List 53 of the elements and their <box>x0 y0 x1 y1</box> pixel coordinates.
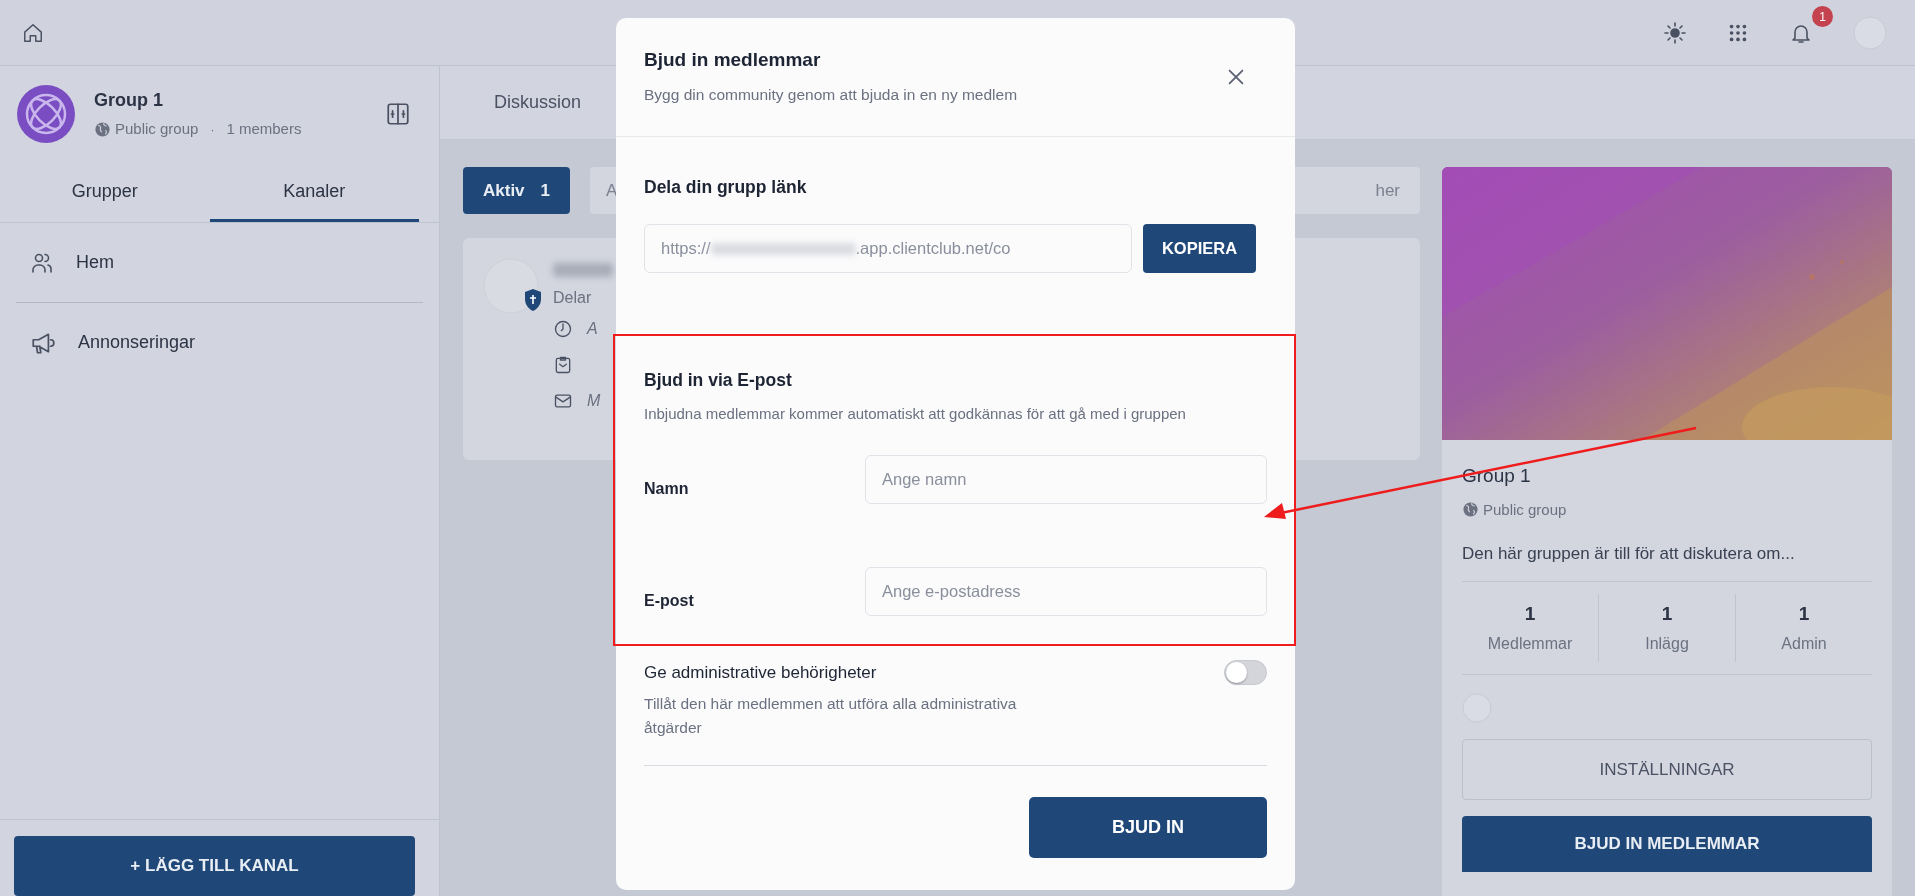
stat-label: Inlägg <box>1644 634 1690 654</box>
stat-value: 1 <box>1660 601 1674 626</box>
group-name: Group 1 <box>94 89 164 113</box>
section-heading: Bjud in via E-post <box>644 369 793 393</box>
post-detail: M <box>587 391 601 411</box>
copy-button[interactable]: KOPIERA <box>1143 224 1256 274</box>
stat-label: Medlemmar <box>1486 634 1574 654</box>
content-tab[interactable]: Diskussion <box>488 88 588 117</box>
post-detail: A <box>587 319 598 339</box>
toggle-description: Tillåt den här medlemmen att utföra alla administrativa åtgärder <box>644 693 1018 739</box>
field-label: E-post <box>644 590 695 611</box>
group-logo <box>16 84 76 144</box>
card-group-name: Group 1 <box>1462 464 1532 488</box>
stat-value: 1 <box>1523 601 1537 626</box>
filter-text: her <box>1375 179 1400 202</box>
globe-icon <box>94 121 111 138</box>
card-group-privacy: Public group <box>1483 499 1567 520</box>
home-icon[interactable] <box>22 21 44 44</box>
channel-item[interactable]: Hem <box>0 223 439 302</box>
sidebar-tab[interactable]: Kanaler <box>209 162 419 222</box>
panel-toggle-icon[interactable] <box>385 101 411 127</box>
separator-dot: · <box>210 121 215 139</box>
clipboard-icon <box>553 355 573 375</box>
add-channel-button[interactable]: + LÄGG TILL KANAL <box>14 836 415 896</box>
group-privacy: Public group <box>115 119 199 140</box>
toggle-title: Ge administrative behörigheter <box>644 662 878 684</box>
text-field[interactable]: Ange e-postadress <box>865 567 1267 616</box>
dialog-subtitle: Bygg din community genom att bjuda in en ny medlem <box>644 84 1019 105</box>
text-field[interactable]: Ange namn <box>865 455 1267 504</box>
field-label: Namn <box>644 478 690 499</box>
filter-text: A <box>606 179 618 202</box>
sun-icon[interactable] <box>1663 20 1687 45</box>
member-count: 1 members <box>226 119 302 140</box>
dialog-title: Bjud in medlemmar <box>644 48 822 72</box>
section-description: Inbjudna medlemmar kommer automatiskt att godkännas för att gå med i gruppen <box>644 403 1187 424</box>
admin-toggle[interactable] <box>1224 660 1267 685</box>
invite-members-button[interactable]: BJUD IN MEDLEMMAR <box>1462 816 1872 872</box>
section-heading: Dela din grupp länk <box>644 176 808 199</box>
globe-icon <box>1462 501 1479 519</box>
post-avatar <box>483 258 539 314</box>
stat-value: 1 <box>1797 601 1811 626</box>
sidebar-tab[interactable]: Grupper <box>0 162 210 222</box>
post-subtitle: Delar <box>553 288 593 308</box>
redaction-blur <box>553 263 613 277</box>
notification-count: 1 <box>1812 6 1833 28</box>
group-description: Den här gruppen är till för att diskutera om... <box>1462 543 1796 565</box>
channel-item[interactable]: Annonseringar <box>0 303 439 382</box>
shield-icon <box>523 288 543 312</box>
stat-label: Admin <box>1780 634 1828 654</box>
invite-button[interactable]: BJUD IN <box>1029 797 1267 859</box>
clock-icon <box>553 319 573 339</box>
active-filter-button[interactable]: Aktiv 1 <box>463 167 571 214</box>
settings-button[interactable]: INSTÄLLNINGAR <box>1462 739 1872 800</box>
